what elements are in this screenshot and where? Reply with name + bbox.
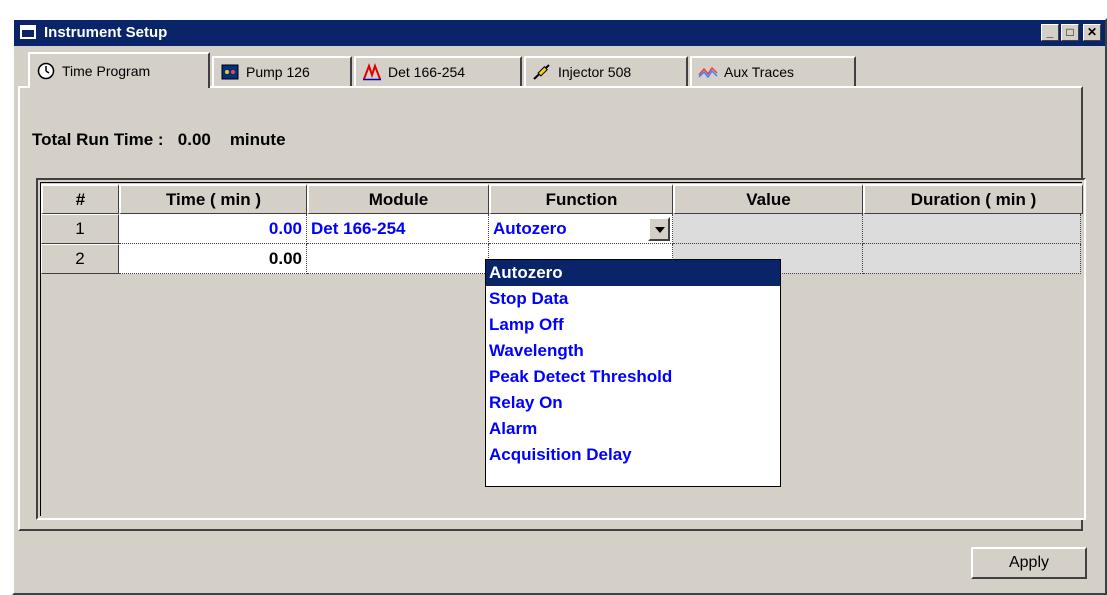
cell-module[interactable]: Det 166-254 bbox=[307, 214, 489, 244]
cell-module[interactable] bbox=[307, 244, 489, 274]
tab-aux-traces[interactable]: Aux Traces bbox=[690, 56, 856, 86]
header-module[interactable]: Module bbox=[307, 184, 489, 214]
header-function[interactable]: Function bbox=[489, 184, 673, 214]
maximize-button[interactable]: □ bbox=[1061, 24, 1079, 41]
header-num[interactable]: # bbox=[41, 184, 119, 214]
close-icon: ✕ bbox=[1086, 25, 1098, 39]
maximize-icon: □ bbox=[1066, 25, 1074, 39]
total-run-value: 0.00 bbox=[177, 130, 211, 149]
dropdown-option[interactable]: Wavelength bbox=[486, 338, 780, 364]
pump-icon bbox=[220, 63, 240, 81]
minimize-icon: _ bbox=[1046, 25, 1054, 39]
tab-label: Time Program bbox=[62, 63, 151, 79]
function-combobox[interactable]: Autozero bbox=[489, 214, 673, 244]
tab-label: Det 166-254 bbox=[388, 64, 466, 80]
tab-label: Aux Traces bbox=[724, 64, 795, 80]
cell-duration[interactable] bbox=[863, 244, 1081, 274]
close-button[interactable]: ✕ bbox=[1083, 24, 1101, 41]
cell-value[interactable] bbox=[673, 214, 863, 244]
dropdown-arrow-button[interactable] bbox=[648, 217, 670, 241]
cell-duration[interactable] bbox=[863, 214, 1081, 244]
combobox-value: Autozero bbox=[493, 218, 567, 238]
dropdown-option[interactable]: Alarm bbox=[486, 416, 780, 442]
cell-time[interactable]: 0.00 bbox=[119, 214, 307, 244]
tab-label: Injector 508 bbox=[558, 64, 632, 80]
title-bar[interactable]: Instrument Setup _ □ ✕ bbox=[14, 20, 1105, 46]
tab-label: Pump 126 bbox=[246, 64, 310, 80]
dropdown-option[interactable]: Autozero bbox=[486, 260, 780, 286]
traces-icon bbox=[698, 63, 718, 81]
dropdown-option[interactable]: Peak Detect Threshold bbox=[486, 364, 780, 390]
row-number[interactable]: 1 bbox=[41, 214, 119, 244]
header-value[interactable]: Value bbox=[673, 184, 863, 214]
function-dropdown-list: Autozero Stop Data Lamp Off Wavelength P… bbox=[485, 259, 781, 487]
window-title: Instrument Setup bbox=[44, 24, 168, 41]
dropdown-option[interactable]: Stop Data bbox=[486, 286, 780, 312]
total-run-unit: minute bbox=[229, 130, 286, 149]
cell-time[interactable]: 0.00 bbox=[119, 244, 307, 274]
tab-pump[interactable]: Pump 126 bbox=[212, 56, 352, 86]
dropdown-option[interactable]: Relay On bbox=[486, 390, 780, 416]
total-run-time: Total Run Time : 0.00 minute bbox=[32, 130, 286, 150]
syringe-icon bbox=[532, 63, 552, 81]
dropdown-option[interactable]: Lamp Off bbox=[486, 312, 780, 338]
total-run-label: Total Run Time : bbox=[32, 130, 164, 149]
apply-button[interactable]: Apply bbox=[971, 547, 1087, 579]
minimize-button[interactable]: _ bbox=[1041, 24, 1059, 41]
clock-icon bbox=[36, 62, 56, 80]
window-icon bbox=[20, 25, 36, 39]
dropdown-option[interactable]: Acquisition Delay bbox=[486, 442, 780, 468]
tab-injector[interactable]: Injector 508 bbox=[524, 56, 688, 86]
header-time[interactable]: Time ( min ) bbox=[119, 184, 307, 214]
tab-detector[interactable]: Det 166-254 bbox=[354, 56, 522, 86]
header-duration[interactable]: Duration ( min ) bbox=[863, 184, 1083, 214]
tab-time-program[interactable]: Time Program bbox=[28, 52, 210, 88]
detector-peak-icon bbox=[362, 63, 382, 81]
row-number[interactable]: 2 bbox=[41, 244, 119, 274]
